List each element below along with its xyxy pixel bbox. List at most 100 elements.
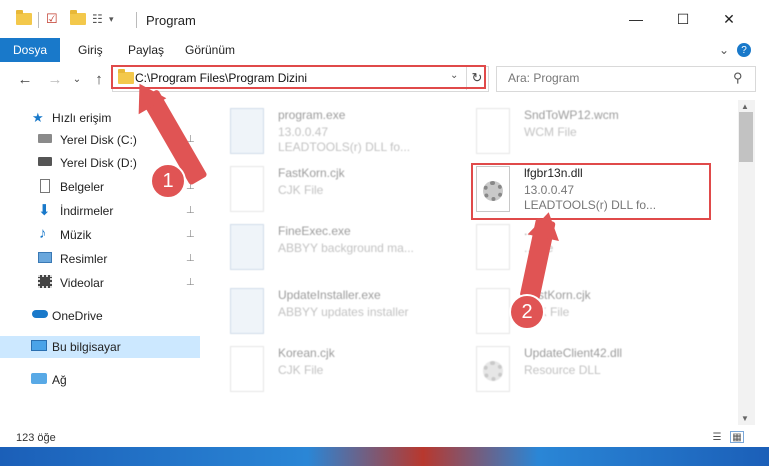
sidebar-item-label: İndirmeler [60,204,114,218]
maximize-button[interactable]: ☐ [668,8,698,30]
tab-home[interactable]: Giriş [78,38,103,62]
sidebar-item-downloads[interactable]: ⬇ İndirmeler ⊥ [0,200,200,222]
list-item[interactable]: SndToWP12.wcm WCM File [476,108,716,168]
scrollbar-thumb[interactable] [739,112,753,162]
file-name: UpdateClient42.dll [524,346,623,360]
sidebar-item-label: Belgeler [60,180,105,194]
gear-icon [483,361,503,381]
sidebar-item-onedrive[interactable]: OneDrive [0,305,200,327]
sidebar-item-pictures[interactable]: Resimler ⊥ [0,248,200,270]
scroll-up-icon[interactable]: ▲ [741,102,749,111]
file-description: LEADTOOLS(r) DLL fo... [278,140,411,154]
large-icons-view-icon[interactable]: ▦ [730,431,744,443]
tab-view[interactable]: Görünüm [185,38,235,62]
sidebar-item-label: Hızlı erişim [52,111,112,125]
scroll-down-icon[interactable]: ▼ [741,414,749,423]
drive-icon [38,134,52,143]
file-name: UpdateInstaller.exe [278,288,381,302]
sidebar-item-videos[interactable]: Videolar ⊥ [0,272,200,294]
sidebar-item-label: Ağ [52,373,67,387]
file-icon [230,166,264,212]
document-icon [40,179,50,193]
forward-button[interactable]: → [46,70,64,88]
divider [136,12,137,28]
window-title: Program [146,13,196,28]
pin-icon[interactable]: ⊥ [186,277,195,288]
video-icon [38,275,52,288]
address-highlight-box [111,65,486,89]
exe-file-icon [230,288,264,334]
download-icon: ⬇ [38,202,51,219]
pin-icon[interactable]: ⊥ [186,205,195,216]
pin-icon[interactable]: ⊥ [186,253,195,264]
search-icon[interactable]: ⚲ [733,70,743,86]
chevron-down-icon[interactable]: ▾ [109,10,114,28]
properties-icon[interactable]: ☑ [46,10,58,28]
file-icon [476,224,510,270]
sidebar-item-label: Resimler [60,252,108,266]
title-bar: ☑ ☷ ▾ Program — ☐ ✕ [0,0,769,38]
new-folder-icon[interactable] [70,10,86,28]
desktop-background [0,447,769,466]
sidebar-item-label: Yerel Disk (C:) [60,133,137,147]
sidebar-item-music[interactable]: ♪ Müzik ⊥ [0,224,200,246]
divider [38,12,39,28]
file-icon [476,108,510,154]
tab-share[interactable]: Paylaş [128,38,164,62]
computer-icon [31,340,47,351]
explorer-window: ☑ ☷ ▾ Program — ☐ ✕ Dosya Giriş Paylaş G… [0,0,769,466]
file-type: WCM File [524,125,577,139]
ribbon: Dosya Giriş Paylaş Görünüm ⌄ ? [0,38,769,63]
file-description: ABBYY updates installer [278,305,409,319]
list-item[interactable]: program.exe 13.0.0.47 LEADTOOLS(r) DLL f… [230,108,470,168]
list-item[interactable]: UpdateClient42.dll Resource DLL [476,346,716,406]
details-view-icon[interactable]: ☰ [710,431,724,443]
status-bar [0,425,769,447]
drive-icon [38,157,52,166]
close-button[interactable]: ✕ [714,8,744,30]
ribbon-collapse-icon[interactable]: ⌄ [719,38,729,62]
sidebar-item-this-pc[interactable]: Bu bilgisayar [0,336,200,358]
file-description: ABBYY background ma... [278,241,414,255]
pin-icon[interactable]: ⊥ [186,229,195,240]
list-item[interactable]: UpdateInstaller.exe ABBYY updates instal… [230,288,470,348]
folder-icon [16,10,32,28]
file-type: CJK File [278,363,324,377]
help-glyph: ? [737,43,751,57]
sidebar-item-label: Yerel Disk (D:) [60,156,137,170]
tab-file[interactable]: Dosya [0,38,60,62]
file-name: FastKorn.cjk [278,166,345,180]
recent-locations-button[interactable]: ⌄ [68,70,86,88]
exe-file-icon [230,108,264,154]
search-placeholder: Ara: Program [508,71,580,85]
list-item[interactable]: FastKorn.cjk CJK File [230,166,470,226]
list-item[interactable]: FineExec.exe ABBYY background ma... [230,224,470,284]
minimize-button[interactable]: — [621,8,651,30]
callout-badge: 1 [150,163,186,199]
file-name: Korean.cjk [278,346,335,360]
cloud-icon [32,310,48,318]
file-name: FineExec.exe [278,224,351,238]
dll-file-icon [476,346,510,392]
file-icon [476,288,510,334]
help-icon[interactable]: ? [737,38,751,62]
sidebar-item-label: Bu bilgisayar [52,340,121,354]
sidebar-item-label: Videolar [60,276,104,290]
file-name: SndToWP12.wcm [524,108,619,122]
exe-file-icon [230,224,264,270]
sidebar-item-label: OneDrive [52,309,103,323]
file-version: 13.0.0.47 [278,125,329,139]
sidebar-item-network[interactable]: Ağ [0,369,200,391]
music-icon: ♪ [39,225,47,242]
file-highlight-box [471,163,711,220]
list-item[interactable]: ...cjk ...File [476,224,716,284]
sidebar-item-label: Müzik [60,228,92,242]
customize-toolbar-icon[interactable]: ☷ [92,10,103,28]
back-button[interactable]: ← [16,70,34,88]
pictures-icon [38,252,52,263]
file-list: program.exe 13.0.0.47 LEADTOOLS(r) DLL f… [204,100,738,425]
callout-badge: 2 [509,294,545,330]
file-type: CJK File [278,183,324,197]
up-button[interactable]: ↑ [90,70,108,88]
list-item[interactable]: Korean.cjk CJK File [230,346,470,406]
